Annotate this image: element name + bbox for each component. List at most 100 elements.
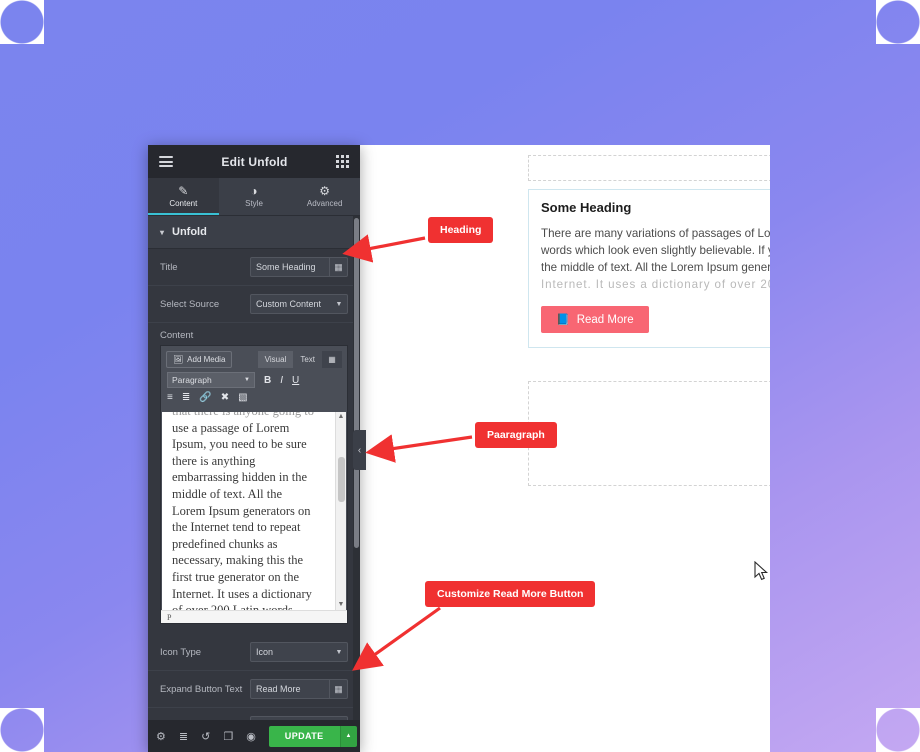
panel-collapse-handle[interactable]: ‹ xyxy=(353,430,366,470)
unfold-widget-preview[interactable]: Some Heading There are many variations o… xyxy=(528,189,770,348)
read-more-tag-icon[interactable]: ▧ xyxy=(238,392,247,403)
preview-body-line-3: the middle of text. All the Lorem Ipsum … xyxy=(541,261,770,274)
section-unfold-label: Unfold xyxy=(172,226,207,238)
elementor-editor-panel: Edit Unfold ✎ Content ◑ Style ⚙ Advanced… xyxy=(148,145,360,752)
bold-icon[interactable]: B xyxy=(264,375,271,386)
update-button-group: UPDATE ▲ xyxy=(268,725,357,747)
select-source-dropdown[interactable]: Custom Content ▼ xyxy=(250,294,348,314)
expand-button-text-input-wrap[interactable]: Read More ▦ xyxy=(250,679,348,699)
preview-body-line-4-faded: Internet. It uses a dictionary of over 2… xyxy=(541,278,770,291)
field-icon-type: Icon Type Icon ▼ xyxy=(148,634,360,671)
scroll-down-arrow-icon[interactable]: ▼ xyxy=(336,600,346,610)
italic-icon[interactable]: I xyxy=(280,375,283,386)
chevron-down-icon: ▾ xyxy=(160,227,165,237)
placeholder-section-middle[interactable] xyxy=(528,381,770,486)
format-select-value: Paragraph xyxy=(172,375,212,385)
editor-scrollbar-thumb[interactable] xyxy=(338,457,345,502)
scroll-up-arrow-icon[interactable]: ▲ xyxy=(336,412,346,422)
editor-tab-visual[interactable]: Visual xyxy=(257,351,294,368)
settings-gear-icon[interactable]: ⚙ xyxy=(156,730,166,743)
editor-view-tabs: Visual Text ▦ xyxy=(257,351,342,368)
chevron-down-icon: ▼ xyxy=(335,300,343,308)
navigator-layers-icon[interactable]: ≣ xyxy=(179,730,188,743)
add-media-label: Add Media xyxy=(187,355,226,364)
field-title-label: Title xyxy=(160,261,178,273)
section-unfold[interactable]: ▾ Unfold xyxy=(148,216,360,249)
panel-tabs: ✎ Content ◑ Style ⚙ Advanced xyxy=(148,178,360,216)
numbered-list-icon[interactable]: ≣ xyxy=(182,392,190,403)
chevron-down-icon: ▼ xyxy=(335,648,343,656)
tab-content[interactable]: ✎ Content xyxy=(148,178,219,215)
editor-topbar: 🖼 Add Media Visual Text ▦ xyxy=(161,346,347,368)
fullscreen-icon[interactable]: ▦ xyxy=(322,351,342,368)
dynamic-tags-icon[interactable]: ▦ xyxy=(329,258,347,276)
expand-button-text-input[interactable]: Read More xyxy=(251,684,329,694)
content-field-label: Content xyxy=(160,330,194,341)
preview-body-line-2: words which look even slightly believabl… xyxy=(541,244,770,257)
responsive-mode-icon[interactable]: ❐ xyxy=(223,730,233,743)
contrast-circle-icon: ◑ xyxy=(250,184,258,198)
tab-style[interactable]: ◑ Style xyxy=(219,178,290,215)
wp-text-editor: 🖼 Add Media Visual Text ▦ Paragraph ▼ B … xyxy=(160,345,348,624)
title-input[interactable]: Some Heading xyxy=(251,262,329,272)
hamburger-menu-icon[interactable] xyxy=(159,154,173,170)
preview-body-line-1: There are many variations of passages of… xyxy=(541,227,770,240)
placeholder-section-top[interactable] xyxy=(528,155,770,181)
link-icon[interactable]: 🔗 xyxy=(199,392,211,403)
field-select-source-label: Select Source xyxy=(160,298,220,310)
field-title: Title Some Heading ▦ xyxy=(148,249,360,286)
annotation-paragraph: Paaragraph xyxy=(475,422,557,448)
editor-status-path: P xyxy=(167,612,172,622)
bulleted-list-icon[interactable]: ≡ xyxy=(167,392,173,403)
media-icon: 🖼 xyxy=(173,355,184,364)
editor-body-clipped-top: that there is anyone going to xyxy=(172,412,314,418)
preview-eye-icon[interactable]: ◉ xyxy=(246,730,256,743)
panel-scroll-area: ▾ Unfold Title Some Heading ▦ Select Sou… xyxy=(148,216,360,720)
editor-body-text[interactable]: that there is anyone going to use a pass… xyxy=(162,412,328,610)
preview-read-more-button[interactable]: 📘 Read More xyxy=(541,306,649,333)
update-options-arrow-icon[interactable]: ▲ xyxy=(339,725,357,747)
panel-header: Edit Unfold xyxy=(148,145,360,178)
field-select-source: Select Source Custom Content ▼ xyxy=(148,286,360,323)
pencil-icon: ✎ xyxy=(178,184,189,198)
preview-read-more-label: Read More xyxy=(576,313,634,326)
icon-position-dropdown[interactable]: Before ▼ xyxy=(250,716,348,720)
grid-apps-icon[interactable] xyxy=(336,155,349,168)
editor-toolbar-row-2: ≡ ≣ 🔗 ✖ ▧ xyxy=(167,392,341,403)
tab-content-label: Content xyxy=(169,199,198,208)
history-revisions-icon[interactable]: ↺ xyxy=(201,730,210,743)
chevron-down-icon: ▼ xyxy=(244,377,250,383)
icon-type-dropdown[interactable]: Icon ▼ xyxy=(250,642,348,662)
tab-style-label: Style xyxy=(245,199,263,208)
book-icon: 📘 xyxy=(556,314,570,326)
editor-status-bar: P xyxy=(161,610,347,623)
editor-content-area[interactable]: that there is anyone going to use a pass… xyxy=(162,412,346,610)
icon-type-value: Icon xyxy=(256,647,274,657)
field-icon-type-label: Icon Type xyxy=(160,646,202,658)
editor-toolbar-row-1: Paragraph ▼ B I U xyxy=(167,372,341,388)
underline-icon[interactable]: U xyxy=(292,375,299,386)
title-input-wrap[interactable]: Some Heading ▦ xyxy=(250,257,348,277)
update-button[interactable]: UPDATE xyxy=(268,725,340,747)
preview-canvas: Some Heading There are many variations o… xyxy=(360,145,770,752)
editor-scrollbar[interactable]: ▲ ▼ xyxy=(335,412,346,610)
field-expand-button-text-label: Expand Button Text xyxy=(160,683,243,695)
panel-title: Edit Unfold xyxy=(221,154,288,169)
annotation-heading: Heading xyxy=(428,217,494,243)
panel-footer: ⚙ ≣ ↺ ❐ ◉ UPDATE ▲ xyxy=(148,720,360,752)
editor-toolbar: Paragraph ▼ B I U ≡ ≣ 🔗 ✖ ▧ xyxy=(161,368,347,412)
field-icon-position: Icon Position Before ▼ xyxy=(148,708,360,720)
unlink-icon[interactable]: ✖ xyxy=(221,392,229,403)
panel-scrollbar-thumb[interactable] xyxy=(354,218,359,548)
mouse-cursor xyxy=(754,561,769,581)
format-select[interactable]: Paragraph ▼ xyxy=(167,372,255,388)
dynamic-tags-icon[interactable]: ▦ xyxy=(329,680,347,698)
editor-body-main: use a passage of Lorem Ipsum, you need t… xyxy=(172,420,312,610)
gear-icon: ⚙ xyxy=(319,184,331,198)
add-media-button[interactable]: 🖼 Add Media xyxy=(166,351,233,368)
tab-advanced[interactable]: ⚙ Advanced xyxy=(289,178,360,215)
editor-tab-text[interactable]: Text xyxy=(293,351,322,368)
field-expand-button-text: Expand Button Text Read More ▦ xyxy=(148,671,360,708)
preview-heading: Some Heading xyxy=(541,200,632,215)
annotation-read-more: Customize Read More Button xyxy=(425,581,596,607)
